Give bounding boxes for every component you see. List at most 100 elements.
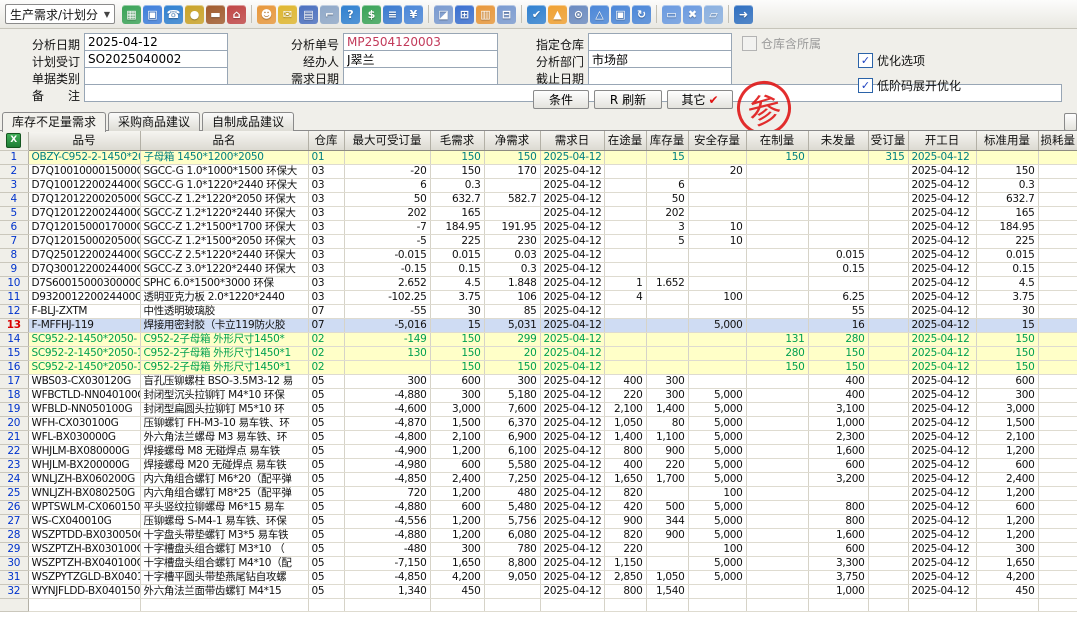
cell[interactable]: 05: [308, 416, 344, 430]
lock-icon[interactable]: ●: [185, 5, 204, 24]
dollar-icon[interactable]: $: [362, 5, 381, 24]
column-header-6[interactable]: 净需求: [484, 131, 540, 150]
cell[interactable]: 0.3: [430, 178, 484, 192]
cell[interactable]: WFBLD-NN050100G: [28, 402, 140, 416]
cell[interactable]: 150: [976, 164, 1038, 178]
cell[interactable]: 十字盘头带垫螺钉 M3*5 易车铁: [140, 528, 308, 542]
cell[interactable]: 子母箱 1450*1200*2050: [140, 150, 308, 164]
column-header-14[interactable]: 开工日: [908, 131, 976, 150]
column-header-9[interactable]: 库存量: [646, 131, 688, 150]
cell[interactable]: 5,000: [688, 472, 746, 486]
cell[interactable]: WSZPTZH-BX040100G: [28, 556, 140, 570]
cell[interactable]: 400: [808, 374, 868, 388]
cell[interactable]: 1,600: [808, 528, 868, 542]
cell[interactable]: 2025-04-12: [540, 514, 604, 528]
cell[interactable]: 450: [976, 584, 1038, 598]
cell[interactable]: 2025-04-12: [540, 290, 604, 304]
cell[interactable]: 600: [430, 500, 484, 514]
cell[interactable]: 盲孔压铆螺柱 BSO-3.5M3-12 易: [140, 374, 308, 388]
cell[interactable]: 600: [808, 542, 868, 556]
cell[interactable]: [688, 150, 746, 164]
cell[interactable]: 3.75: [430, 290, 484, 304]
cell[interactable]: C952-2子母箱 外形尺寸1450*: [140, 332, 308, 346]
column-header-1[interactable]: 品号: [28, 131, 140, 150]
cell[interactable]: [604, 248, 646, 262]
cell[interactable]: 1,150: [604, 556, 646, 570]
cell[interactable]: 2025-04-12: [540, 528, 604, 542]
cell[interactable]: 焊接螺母 M8 无碰焊点 易车铁: [140, 444, 308, 458]
cell[interactable]: [746, 584, 808, 598]
cell[interactable]: WFL-BX030000G: [28, 430, 140, 444]
cell[interactable]: [746, 262, 808, 276]
cell[interactable]: 1,340: [344, 584, 430, 598]
column-header-2[interactable]: 品名: [140, 131, 308, 150]
cell[interactable]: 600: [430, 458, 484, 472]
cell[interactable]: [746, 234, 808, 248]
copy-icon[interactable]: ⊟: [497, 5, 516, 24]
cell[interactable]: 十字槽盘头组合螺钉 M3*10 （: [140, 542, 308, 556]
cell[interactable]: 15: [976, 318, 1038, 332]
report-icon[interactable]: ◪: [434, 5, 453, 24]
cell[interactable]: 03: [308, 290, 344, 304]
cell[interactable]: -102.25: [344, 290, 430, 304]
mail-icon[interactable]: ✉: [278, 5, 297, 24]
cell[interactable]: 05: [308, 472, 344, 486]
cell[interactable]: 2025-04-12: [540, 500, 604, 514]
cell[interactable]: 2025-04-12: [908, 388, 976, 402]
cell[interactable]: 5,580: [484, 458, 540, 472]
approve-icon[interactable]: ✔: [527, 5, 546, 24]
cell[interactable]: [1038, 346, 1077, 360]
cell[interactable]: [604, 192, 646, 206]
row-number[interactable]: 1: [0, 150, 28, 164]
cell[interactable]: [604, 262, 646, 276]
cell[interactable]: [604, 206, 646, 220]
cell[interactable]: 0.03: [484, 248, 540, 262]
cell[interactable]: [868, 304, 908, 318]
cell[interactable]: 外六角法兰螺母 M3 易车铁、环: [140, 430, 308, 444]
cell[interactable]: [646, 346, 688, 360]
cell[interactable]: 480: [484, 486, 540, 500]
cell[interactable]: [646, 486, 688, 500]
cell[interactable]: 1,540: [646, 584, 688, 598]
row-number[interactable]: 17: [0, 374, 28, 388]
help-icon[interactable]: ?: [341, 5, 360, 24]
cell[interactable]: 05: [308, 542, 344, 556]
cell[interactable]: [808, 206, 868, 220]
cell[interactable]: 4: [604, 290, 646, 304]
column-header-5[interactable]: 毛需求: [430, 131, 484, 150]
cell[interactable]: 900: [646, 444, 688, 458]
cell[interactable]: 300: [976, 388, 1038, 402]
cell[interactable]: 0.015: [430, 248, 484, 262]
cell[interactable]: -0.015: [344, 248, 430, 262]
cell[interactable]: [868, 402, 908, 416]
computer-icon[interactable]: ▣: [143, 5, 162, 24]
cell[interactable]: -5,016: [344, 318, 430, 332]
cell[interactable]: [746, 416, 808, 430]
cell[interactable]: -0.15: [344, 262, 430, 276]
cell[interactable]: 1,600: [808, 444, 868, 458]
cell[interactable]: [688, 360, 746, 374]
monitor-select-icon[interactable]: ▣: [611, 5, 630, 24]
cell[interactable]: 03: [308, 220, 344, 234]
cell[interactable]: 900: [604, 514, 646, 528]
cell[interactable]: 2025-04-12: [908, 206, 976, 220]
cell[interactable]: 400: [604, 374, 646, 388]
cell[interactable]: 02: [308, 360, 344, 374]
cell[interactable]: [746, 276, 808, 290]
cell[interactable]: 压铆螺钉 FH-M3-10 易车铁、环: [140, 416, 308, 430]
column-header-11[interactable]: 在制量: [746, 131, 808, 150]
cell[interactable]: 220: [604, 542, 646, 556]
cell[interactable]: 1,000: [808, 416, 868, 430]
card-icon[interactable]: ▤: [299, 5, 318, 24]
cell[interactable]: 106: [484, 290, 540, 304]
cell[interactable]: 02: [308, 332, 344, 346]
cell[interactable]: [646, 304, 688, 318]
cell[interactable]: 150: [976, 346, 1038, 360]
cell[interactable]: [1038, 486, 1077, 500]
cell[interactable]: 03: [308, 262, 344, 276]
cell[interactable]: [868, 262, 908, 276]
cell[interactable]: 220: [604, 388, 646, 402]
select-all-header[interactable]: X: [0, 131, 28, 150]
cell[interactable]: [1038, 416, 1077, 430]
cell[interactable]: [746, 458, 808, 472]
